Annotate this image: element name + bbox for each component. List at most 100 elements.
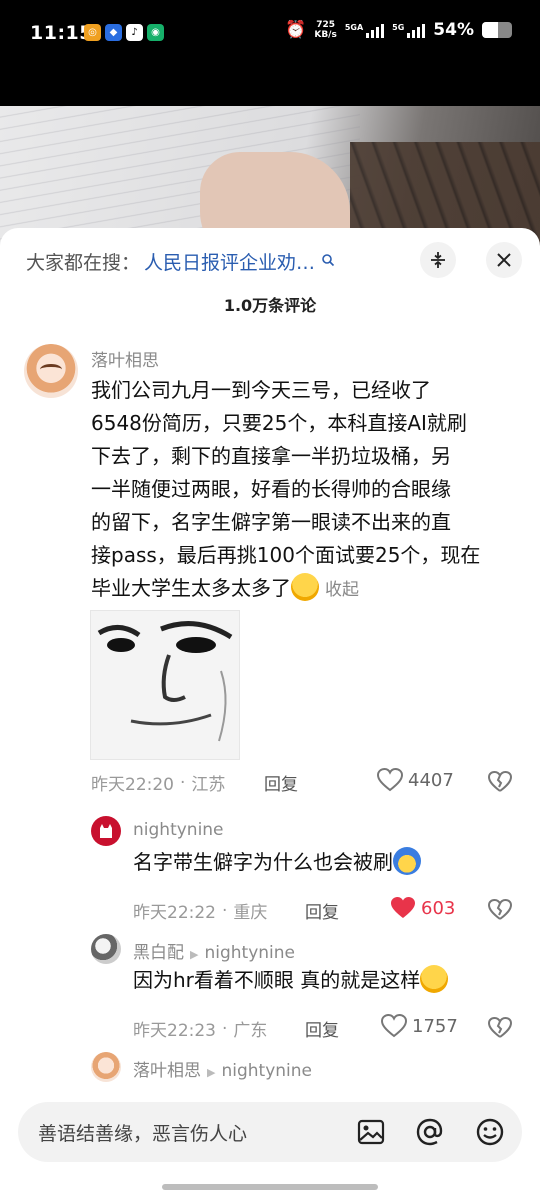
comment-username: 落叶相思 ▶ nightynine xyxy=(133,1056,312,1081)
like-count: 603 xyxy=(421,897,456,919)
battery-icon xyxy=(482,22,512,38)
like-button[interactable]: 4407 xyxy=(377,768,454,792)
at-sign-icon xyxy=(416,1118,443,1146)
reply-arrow-icon: ▶ xyxy=(190,948,199,961)
dislike-button[interactable] xyxy=(487,898,513,922)
reply-to-username[interactable]: nightynine xyxy=(204,943,295,963)
avatar[interactable] xyxy=(91,934,121,964)
dot-separator: · xyxy=(222,900,228,921)
signal-icon: 5GA xyxy=(344,22,385,38)
collapse-button[interactable]: 收起 xyxy=(325,580,359,600)
dislike-button[interactable] xyxy=(487,770,513,794)
comment-list[interactable]: 落叶相思 我们公司九月一到今天三号，已经收了 6548份简历，只要25个，本科直… xyxy=(0,338,540,1090)
like-button[interactable]: 1757 xyxy=(381,1014,458,1038)
comment-text: 因为hr看着不顺眼 真的就是这样 xyxy=(133,964,449,997)
status-bar: 11:15 ◎ ◆ ♪ ◉ ⏰ 725 KB/s 5GA 5G 54% xyxy=(0,0,540,70)
comment-line: 6548份简历，只要25个，本科直接AI就刷 xyxy=(91,411,467,435)
network-speed: 725 KB/s xyxy=(314,20,336,40)
comment-text: 我们公司九月一到今天三号，已经收了 6548份简历，只要25个，本科直接AI就刷… xyxy=(91,374,480,607)
comment-line: 一半随便过两眼，好看的长得帅的合眼缘 xyxy=(91,477,451,501)
comment-text: 名字带生僻字为什么也会被刷 xyxy=(133,846,421,879)
comment-location: 广东 xyxy=(233,1021,268,1041)
app-notification-icon: ◉ xyxy=(147,24,164,41)
comment-input-placeholder: 善语结善缘，恶言伤人心 xyxy=(38,1123,248,1145)
comment-line: 我们公司九月一到今天三号，已经收了 xyxy=(91,378,431,402)
search-prefix: 大家都在搜： xyxy=(26,252,141,274)
like-button[interactable]: 603 xyxy=(390,896,455,920)
comment-username[interactable]: nightynine xyxy=(133,820,224,840)
app-notification-icon: ◎ xyxy=(84,24,101,41)
net-speed-value: 725 xyxy=(316,20,335,30)
battery-percent: 54% xyxy=(433,20,474,40)
notification-icons: ◎ ◆ ♪ ◉ xyxy=(84,24,164,41)
reply-to-username[interactable]: nightynine xyxy=(221,1061,312,1081)
broken-heart-icon xyxy=(487,1016,513,1038)
net-speed-unit: KB/s xyxy=(314,30,337,40)
smiley-icon xyxy=(476,1118,504,1146)
sim2-label: 5G xyxy=(392,23,405,32)
reply-button[interactable]: 回复 xyxy=(264,770,298,795)
reply-arrow-icon: ▶ xyxy=(207,1066,216,1079)
comment-line-last: 毕业大学生太多太多了 收起 xyxy=(91,572,480,607)
comment-username[interactable]: 落叶相思 xyxy=(91,346,159,371)
image-upload-button[interactable] xyxy=(354,1115,388,1149)
mention-button[interactable] xyxy=(413,1115,447,1149)
close-icon xyxy=(497,253,511,267)
laughing-crying-emoji-icon xyxy=(420,965,449,993)
reply-username[interactable]: 黑白配 xyxy=(133,943,184,963)
emoji-button[interactable] xyxy=(473,1115,507,1149)
image-icon xyxy=(357,1119,385,1145)
heart-icon xyxy=(381,1014,407,1038)
broken-heart-icon xyxy=(487,770,513,792)
status-indicators: ⏰ 725 KB/s 5GA 5G 54% xyxy=(285,20,512,40)
comment-input-bar: 善语结善缘，恶言伤人心 xyxy=(0,1088,540,1200)
heart-filled-icon xyxy=(391,897,415,918)
comment-line: 毕业大学生太多太多了 xyxy=(91,576,291,600)
comment-time: 昨天22:23 xyxy=(133,1021,216,1041)
meme-face-drawing xyxy=(97,621,233,742)
alarm-icon: ⏰ xyxy=(285,20,307,40)
comment-meta: 昨天22:20 · 江苏 xyxy=(91,770,226,796)
expand-button[interactable] xyxy=(420,242,456,278)
avatar[interactable] xyxy=(24,344,78,398)
comment-meta: 昨天22:23 · 广东 xyxy=(133,1016,268,1042)
search-icon xyxy=(321,253,335,271)
laughing-crying-emoji-icon xyxy=(291,573,319,601)
comment-location: 江苏 xyxy=(191,775,226,795)
broken-heart-icon xyxy=(487,898,513,920)
comment-sheet: 大家都在搜： 人民日报评企业劝… 1.0万条评论 落叶相思 我们公司九月一到今天… xyxy=(0,228,540,1200)
comment-location: 重庆 xyxy=(233,903,268,923)
app-notification-icon: ◆ xyxy=(105,24,122,41)
dot-separator: · xyxy=(222,1018,228,1039)
comment-time: 昨天22:22 xyxy=(133,903,216,923)
sim1-label: 5GA xyxy=(344,23,364,32)
reply-button[interactable]: 回复 xyxy=(305,1016,339,1041)
home-indicator[interactable] xyxy=(162,1184,378,1190)
comment-time: 昨天22:20 xyxy=(91,775,174,795)
trending-search-link[interactable]: 人民日报评企业劝… xyxy=(144,248,315,275)
heart-icon xyxy=(377,768,403,792)
comment-username: 黑白配 ▶ nightynine xyxy=(133,938,295,963)
dot-separator: · xyxy=(180,772,186,793)
video-player[interactable] xyxy=(0,70,540,250)
collapse-arrows-icon xyxy=(431,252,445,268)
reply-button[interactable]: 回复 xyxy=(305,898,339,923)
comment-line: 接pass，最后再挑100个面试要25个，现在 xyxy=(91,543,481,567)
close-button[interactable] xyxy=(486,242,522,278)
like-count: 4407 xyxy=(408,769,454,791)
like-count: 1757 xyxy=(412,1015,458,1037)
signal-icon: 5G xyxy=(392,22,426,38)
reply-username[interactable]: 落叶相思 xyxy=(133,1061,201,1081)
meme-image[interactable] xyxy=(90,610,240,760)
comment-count: 1.0万条评论 xyxy=(223,296,317,315)
trending-search[interactable]: 大家都在搜： 人民日报评企业劝… xyxy=(26,248,335,275)
app-notification-icon: ♪ xyxy=(126,24,143,41)
avatar[interactable] xyxy=(91,1052,121,1082)
comment-input[interactable]: 善语结善缘，恶言伤人心 xyxy=(18,1102,522,1162)
avatar[interactable] xyxy=(91,816,121,846)
cat-avatar-icon xyxy=(100,824,112,838)
comment-line: 的留下，名字生僻字第一眼读不出来的直 xyxy=(91,510,451,534)
dislike-button[interactable] xyxy=(487,1016,513,1040)
comment-line: 下去了，剩下的直接拿一半扔垃圾桶，另 xyxy=(91,444,451,468)
comment-line: 名字带生僻字为什么也会被刷 xyxy=(133,850,393,874)
